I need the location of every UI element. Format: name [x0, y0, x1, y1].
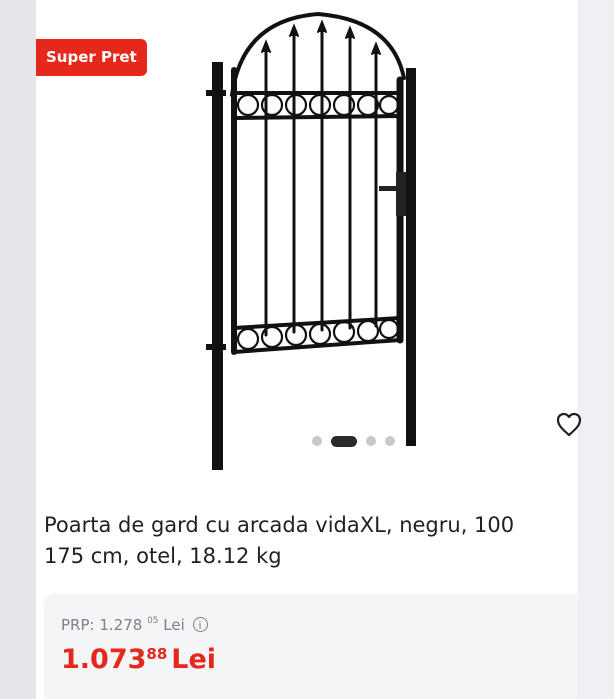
- carousel-dot[interactable]: [312, 436, 322, 446]
- carousel-dots[interactable]: [312, 434, 395, 448]
- carousel-dot[interactable]: [385, 436, 395, 446]
- product-title-line-2: 175 cm, otel, 18.12 kg: [44, 544, 282, 568]
- price-integer: 1.073: [61, 644, 147, 675]
- prp-decimals: 05: [147, 616, 159, 626]
- next-card-edge: [578, 0, 614, 699]
- carousel-dot[interactable]: [366, 436, 376, 446]
- current-price: 1.07388 Lei: [61, 644, 216, 675]
- price-currency: Lei: [171, 644, 217, 675]
- carousel-dot-active[interactable]: [331, 435, 357, 447]
- price-panel: PRP: 1.278 05 Lei i 1.07388 Lei: [44, 594, 578, 699]
- prp-price: PRP: 1.278 05 Lei i: [61, 616, 208, 634]
- info-icon[interactable]: i: [192, 617, 208, 632]
- prp-currency: Lei: [163, 616, 185, 634]
- product-title-line-1: Poarta de gard cu arcada vidaXL, negru, …: [44, 513, 515, 537]
- prp-label: PRP: 1.278: [61, 616, 143, 634]
- super-pret-badge: Super Pret: [36, 39, 147, 76]
- heart-outline-icon[interactable]: [556, 411, 582, 439]
- product-title[interactable]: Poarta de gard cu arcada vidaXL, negru, …: [44, 510, 578, 572]
- price-decimals: 88: [146, 645, 168, 663]
